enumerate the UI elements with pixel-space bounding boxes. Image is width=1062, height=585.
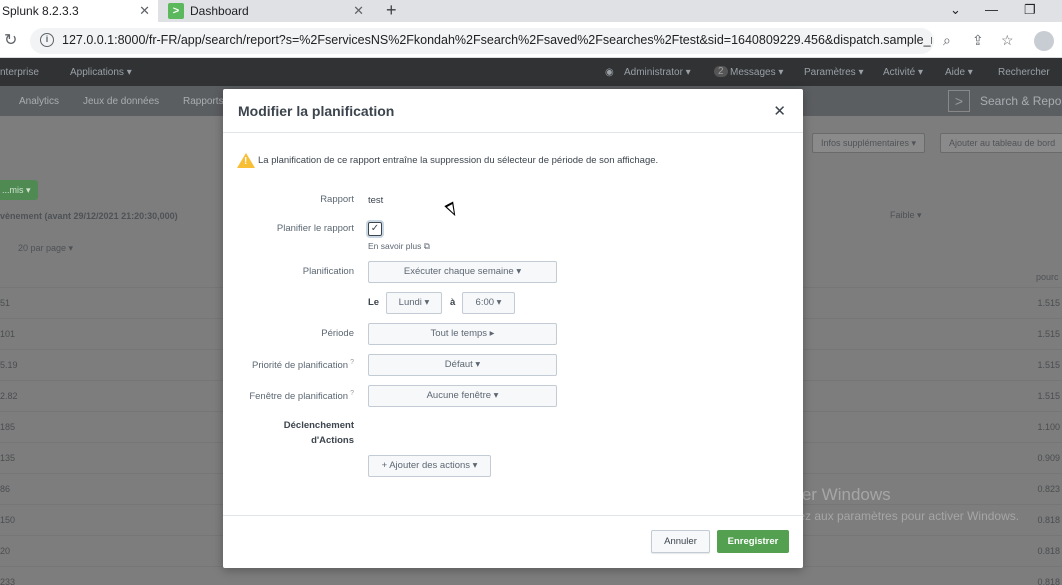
help-icon: ? — [350, 390, 354, 397]
restore-icon[interactable]: ❐ — [1024, 2, 1036, 18]
events-line: vènement (avant 29/12/2021 21:20:30,000) — [0, 211, 178, 221]
priority-dropdown[interactable]: Défaut ▾ — [368, 354, 557, 376]
splunk-top-nav: nterprise Applications ▾ ◉ Administrator… — [0, 58, 1062, 86]
warning-icon — [237, 153, 255, 168]
share-icon[interactable]: ⇪ — [972, 32, 984, 49]
modal-title: Modifier la planification — [238, 103, 395, 119]
window-label: Fenêtre de planification? — [249, 390, 354, 403]
report-value: test — [368, 195, 384, 206]
per-page-select[interactable]: 20 par page ▾ — [18, 243, 73, 254]
format-select[interactable]: Faible ▾ — [890, 210, 922, 221]
close-icon[interactable]: ✕ — [773, 102, 786, 120]
help-icon: ? — [350, 359, 354, 366]
activity-menu[interactable]: Activité ▾ — [883, 67, 923, 78]
period-label: Période — [321, 328, 354, 339]
schedule-report-checkbox[interactable]: ✓ — [368, 222, 382, 236]
more-info-button[interactable]: Infos supplémentaires ▾ — [812, 133, 926, 153]
windows-activation-subtitle: Accédez aux paramètres pour activer Wind… — [765, 509, 1020, 523]
app-logo-icon: > — [948, 90, 970, 112]
url-text[interactable]: 127.0.0.1:8000/fr-FR/app/search/report?s… — [62, 33, 932, 47]
tab-title: Dashboard — [190, 4, 249, 18]
new-tab-icon[interactable]: + — [386, 0, 397, 21]
brand-text: nterprise — [0, 67, 39, 78]
close-tab-icon[interactable]: ✕ — [139, 3, 150, 19]
browser-tab-bar: Splunk 8.2.3.3 ✕ > Dashboard ✕ + ⌄ — ❐ — [0, 0, 1062, 22]
tab-dashboard[interactable]: > Dashboard ✕ — [160, 0, 372, 22]
tab-title: Splunk 8.2.3.3 — [2, 4, 79, 18]
bookmark-star-icon[interactable]: ☆ — [1001, 32, 1014, 49]
nav-item-reports[interactable]: Rapports — [183, 96, 224, 107]
time-prefix-label: à — [450, 297, 456, 308]
warning-message: La planification de ce rapport entraîne … — [237, 153, 658, 168]
cancel-button[interactable]: Annuler — [651, 530, 710, 553]
chevron-down-icon[interactable]: ⌄ — [950, 2, 961, 18]
dashboard-favicon-icon: > — [168, 3, 184, 19]
table-row: 233 0.818 — [0, 566, 1062, 585]
warning-text: La planification de ce rapport entraîne … — [258, 155, 659, 166]
search-menu[interactable]: Rechercher — [998, 67, 1050, 78]
messages-menu[interactable]: Messages ▾ — [730, 67, 783, 78]
info-icon[interactable]: i — [40, 33, 54, 47]
url-field[interactable]: i 127.0.0.1:8000/fr-FR/app/search/report… — [30, 28, 934, 54]
apps-menu[interactable]: Applications ▾ — [70, 67, 132, 78]
user-menu[interactable]: Administrator ▾ — [624, 67, 691, 78]
time-dropdown[interactable]: 6:00 ▾ — [462, 292, 515, 314]
column-header: pourc — [1036, 272, 1059, 282]
planning-label: Planification — [302, 266, 354, 277]
tab-splunk[interactable]: Splunk 8.2.3.3 ✕ — [0, 0, 158, 22]
address-bar: ↻ i 127.0.0.1:8000/fr-FR/app/search/repo… — [0, 22, 1062, 58]
day-prefix-label: Le — [368, 297, 380, 308]
learn-more-link[interactable]: En savoir plus ⧉ — [368, 241, 430, 252]
zoom-icon[interactable]: ⌕ — [943, 32, 951, 49]
help-menu[interactable]: Aide ▾ — [945, 67, 973, 78]
nav-item-analytics[interactable]: Analytics — [19, 96, 59, 107]
save-button[interactable]: Enregistrer — [717, 530, 789, 553]
modal-footer: Annuler Enregistrer — [223, 515, 803, 568]
messages-badge: 2 — [714, 66, 728, 77]
add-actions-button[interactable]: + Ajouter des actions ▾ — [368, 455, 491, 477]
day-dropdown[interactable]: Lundi ▾ — [386, 292, 442, 314]
planning-dropdown[interactable]: Exécuter chaque semaine ▾ — [368, 261, 557, 283]
reload-icon[interactable]: ↻ — [4, 30, 17, 50]
minimize-icon[interactable]: — — [985, 2, 998, 17]
nav-item-datasets[interactable]: Jeux de données — [83, 96, 159, 107]
job-pill[interactable]: ...mis ▾ — [0, 180, 38, 200]
report-label: Rapport — [320, 194, 354, 205]
priority-label: Priorité de planification? — [251, 359, 354, 372]
settings-menu[interactable]: Paramètres ▾ — [804, 67, 863, 78]
app-title: Search & Report — [980, 94, 1062, 108]
modal-header: Modifier la planification ✕ — [223, 89, 803, 133]
edit-schedule-modal: Modifier la planification ✕ La planifica… — [223, 89, 803, 568]
close-tab-icon[interactable]: ✕ — [353, 3, 364, 19]
schedule-report-label: Planifier le rapport — [276, 223, 354, 234]
period-dropdown[interactable]: Tout le temps ▸ — [368, 323, 557, 345]
profile-avatar[interactable] — [1034, 31, 1054, 51]
window-dropdown[interactable]: Aucune fenêtre ▾ — [368, 385, 557, 407]
user-icon: ◉ — [605, 67, 614, 78]
add-dashboard-button[interactable]: Ajouter au tableau de bord — [940, 133, 1062, 153]
trigger-actions-label: Déclenchement d'Actions — [283, 420, 354, 446]
